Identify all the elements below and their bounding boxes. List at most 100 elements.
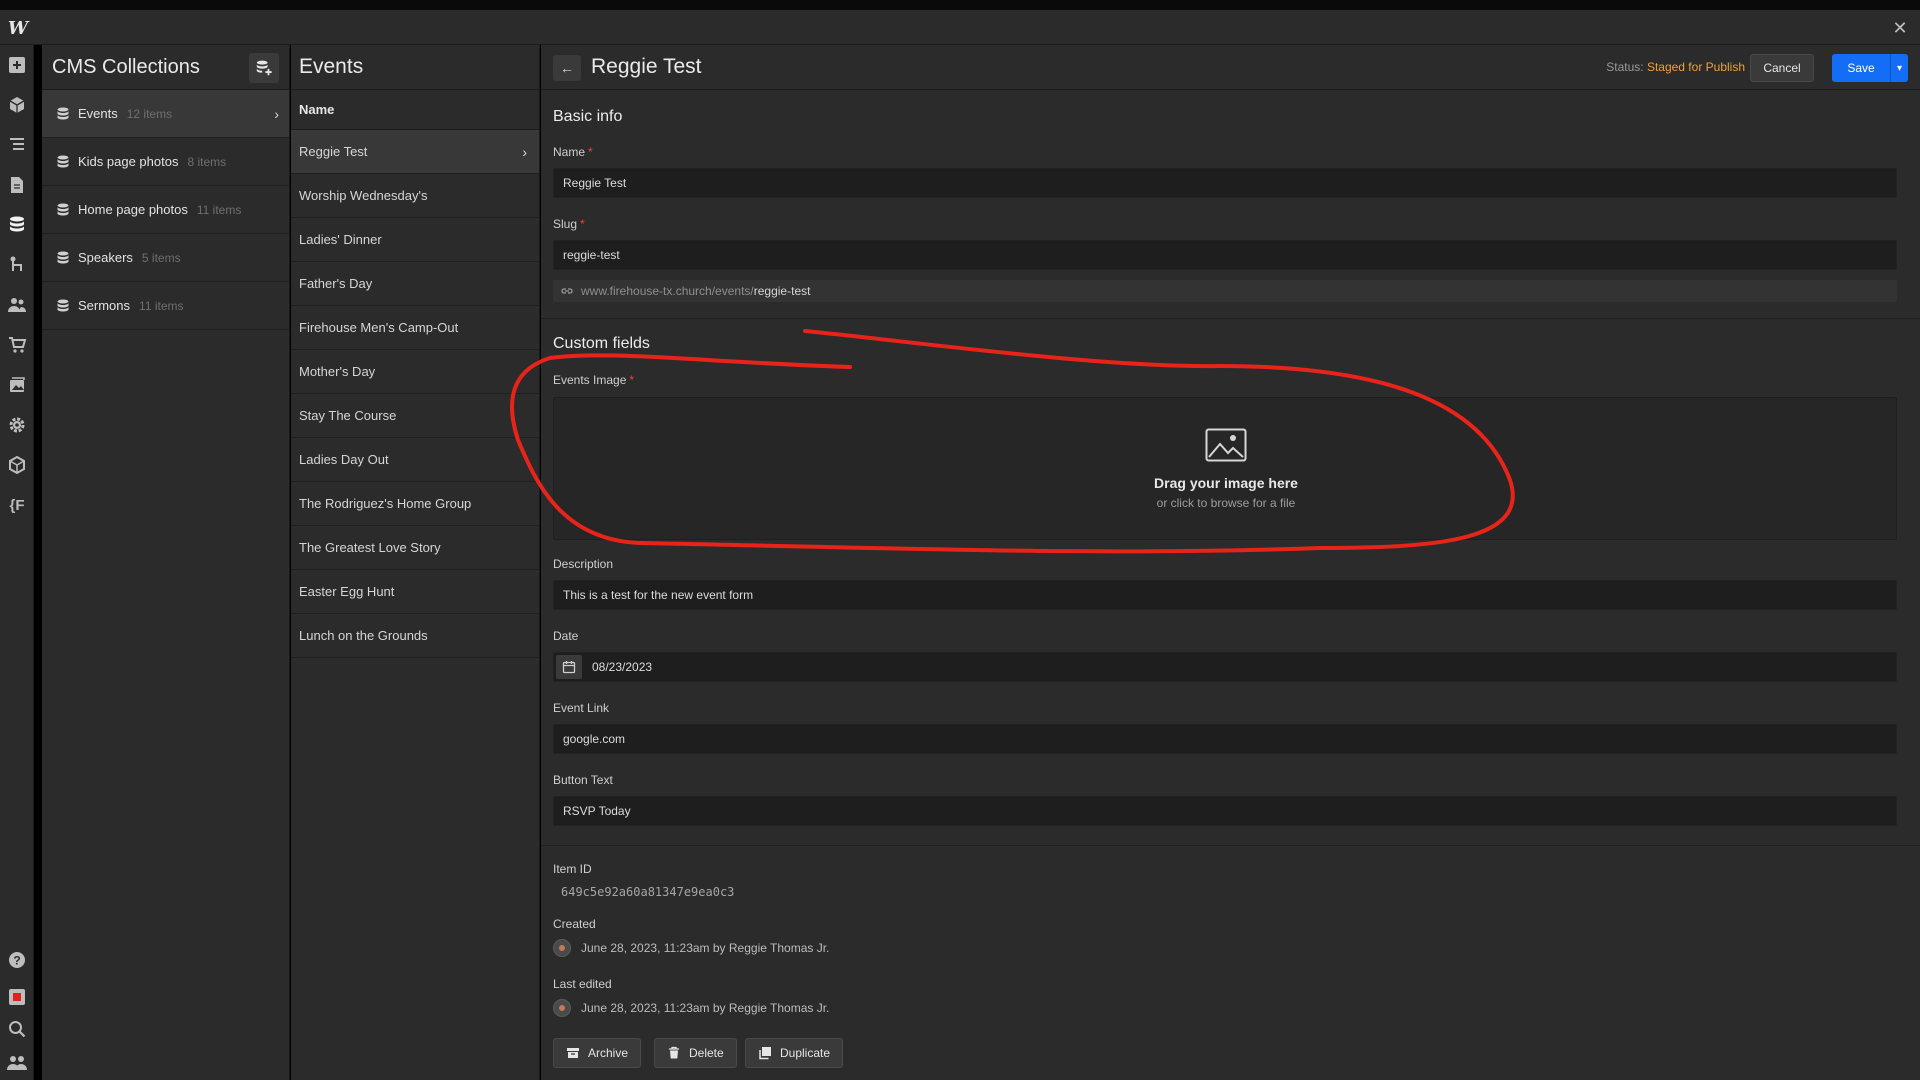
collection-name: Sermons bbox=[78, 298, 131, 313]
back-button[interactable]: ← bbox=[553, 55, 581, 81]
list-item[interactable]: Mother's Day bbox=[291, 350, 539, 394]
collection-item-kids-page-photos[interactable]: Kids page photos 8 items bbox=[42, 138, 289, 186]
column-header-name[interactable]: Name bbox=[291, 90, 539, 130]
status-value: Staged for Publish bbox=[1646, 60, 1745, 74]
list-item[interactable]: The Rodriguez's Home Group bbox=[291, 482, 539, 526]
collection-name: Events bbox=[78, 106, 118, 121]
pages-icon[interactable] bbox=[5, 173, 29, 197]
navigator-icon[interactable] bbox=[5, 133, 29, 157]
save-options-chevron-down-icon[interactable]: ▾ bbox=[1890, 54, 1908, 82]
collection-count: 11 items bbox=[139, 298, 184, 313]
collection-count: 11 items bbox=[196, 202, 242, 217]
database-icon bbox=[57, 155, 69, 167]
items-header: Events bbox=[291, 45, 539, 90]
divider bbox=[541, 318, 1920, 319]
list-item[interactable]: Firehouse Men's Camp-Out bbox=[291, 306, 539, 350]
list-item-label: Lunch on the Grounds bbox=[299, 628, 428, 643]
event-link-field[interactable]: google.com bbox=[553, 724, 1897, 754]
duplicate-button[interactable]: Duplicate bbox=[745, 1038, 844, 1068]
item-title: Reggie Test bbox=[591, 55, 702, 78]
duplicate-icon bbox=[759, 1047, 771, 1060]
list-item[interactable]: The Greatest Love Story bbox=[291, 526, 539, 570]
image-dropzone[interactable]: Drag your image here or click to browse … bbox=[553, 397, 1897, 540]
list-item[interactable]: Father's Day bbox=[291, 262, 539, 306]
collaborators-icon[interactable] bbox=[5, 1050, 29, 1074]
collection-item-sermons[interactable]: Sermons 11 items bbox=[42, 282, 289, 330]
help-icon[interactable]: ? bbox=[5, 948, 29, 972]
variables-icon[interactable]: {F bbox=[5, 493, 29, 517]
dropzone-title: Drag your image here bbox=[1154, 475, 1298, 491]
list-item[interactable]: Ladies Day Out bbox=[291, 438, 539, 482]
assets-icon[interactable] bbox=[5, 373, 29, 397]
webflow-logo[interactable]: W bbox=[6, 16, 30, 40]
cms-collections-panel: CMS Collections Events 12 items › Kids p… bbox=[42, 45, 290, 1080]
slug-field[interactable]: reggie-test bbox=[553, 240, 1897, 270]
collection-name: Speakers bbox=[78, 250, 133, 265]
collection-item-speakers[interactable]: Speakers 5 items bbox=[42, 234, 289, 282]
add-collection-icon bbox=[256, 60, 272, 76]
avatar bbox=[553, 939, 571, 957]
list-item-label: Ladies' Dinner bbox=[299, 232, 382, 247]
item-id-value: 649c5e92a60a81347e9ea0c3 bbox=[561, 885, 735, 899]
components-icon[interactable] bbox=[5, 93, 29, 117]
events-image-label-text: Events Image bbox=[553, 373, 627, 387]
list-item[interactable]: Easter Egg Hunt bbox=[291, 570, 539, 614]
database-icon bbox=[57, 251, 69, 263]
list-item-label: The Greatest Love Story bbox=[299, 540, 441, 555]
field-label-name: Name * bbox=[553, 145, 593, 159]
close-icon[interactable]: ✕ bbox=[1888, 16, 1912, 40]
button-text-field[interactable]: RSVP Today bbox=[553, 796, 1897, 826]
field-label-button-text: Button Text bbox=[553, 773, 613, 787]
collection-count: 8 items bbox=[187, 154, 227, 169]
list-item-label: Firehouse Men's Camp-Out bbox=[299, 320, 459, 335]
list-item[interactable]: Reggie Test › bbox=[291, 130, 539, 174]
last-edited-info: June 28, 2023, 11:23am by Reggie Thomas … bbox=[553, 999, 829, 1017]
logic-icon[interactable] bbox=[5, 253, 29, 277]
save-button[interactable]: Save bbox=[1832, 54, 1890, 82]
collection-item-home-page-photos[interactable]: Home page photos 11 items bbox=[42, 186, 289, 234]
list-item-label: Reggie Test bbox=[299, 144, 368, 159]
video-icon[interactable] bbox=[5, 985, 29, 1009]
archive-label: Archive bbox=[588, 1046, 629, 1060]
collection-name: Kids page photos bbox=[78, 154, 179, 169]
avatar bbox=[553, 999, 571, 1017]
delete-button[interactable]: Delete bbox=[654, 1038, 737, 1068]
cancel-button[interactable]: Cancel bbox=[1750, 54, 1814, 82]
list-item-label: Worship Wednesday's bbox=[299, 188, 428, 203]
archive-button[interactable]: Archive bbox=[553, 1038, 642, 1068]
add-collection-button[interactable] bbox=[249, 53, 279, 83]
list-item-label: The Rodriguez's Home Group bbox=[299, 496, 472, 511]
database-icon bbox=[57, 203, 69, 215]
slug-url-preview: www.firehouse-tx.church/events/reggie-te… bbox=[553, 280, 1897, 302]
list-item[interactable]: Ladies' Dinner bbox=[291, 218, 539, 262]
created-info: June 28, 2023, 11:23am by Reggie Thomas … bbox=[553, 939, 829, 957]
search-icon[interactable] bbox=[5, 1017, 29, 1041]
created-label: Created bbox=[553, 917, 596, 931]
users-icon[interactable] bbox=[5, 293, 29, 317]
divider bbox=[541, 845, 1920, 846]
link-icon bbox=[561, 288, 573, 294]
date-field[interactable]: 08/23/2023 bbox=[553, 652, 1897, 682]
list-item-label: Easter Egg Hunt bbox=[299, 584, 395, 599]
item-editor-panel: ← Reggie Test Status: Staged for Publish… bbox=[541, 45, 1920, 1080]
url-slug: reggie-test bbox=[753, 284, 811, 298]
cms-icon[interactable] bbox=[5, 213, 29, 237]
settings-icon[interactable] bbox=[5, 413, 29, 437]
last-edited-label: Last edited bbox=[553, 977, 612, 991]
collection-item-events[interactable]: Events 12 items › bbox=[42, 90, 289, 138]
calendar-icon[interactable] bbox=[556, 655, 582, 679]
collection-name: Home page photos bbox=[78, 202, 188, 217]
list-item-label: Ladies Day Out bbox=[299, 452, 389, 467]
add-icon[interactable] bbox=[5, 53, 29, 77]
list-item[interactable]: Stay The Course bbox=[291, 394, 539, 438]
list-item[interactable]: Worship Wednesday's bbox=[291, 174, 539, 218]
list-item[interactable]: Lunch on the Grounds bbox=[291, 614, 539, 658]
description-field[interactable]: This is a test for the new event form bbox=[553, 580, 1897, 610]
required-marker: * bbox=[580, 217, 585, 231]
ecommerce-icon[interactable] bbox=[5, 333, 29, 357]
name-field[interactable]: Reggie Test bbox=[553, 168, 1897, 198]
section-title-custom-fields: Custom fields bbox=[553, 335, 650, 352]
delete-label: Delete bbox=[689, 1046, 724, 1060]
svg-text:?: ? bbox=[13, 954, 20, 968]
apps-icon[interactable] bbox=[5, 453, 29, 477]
